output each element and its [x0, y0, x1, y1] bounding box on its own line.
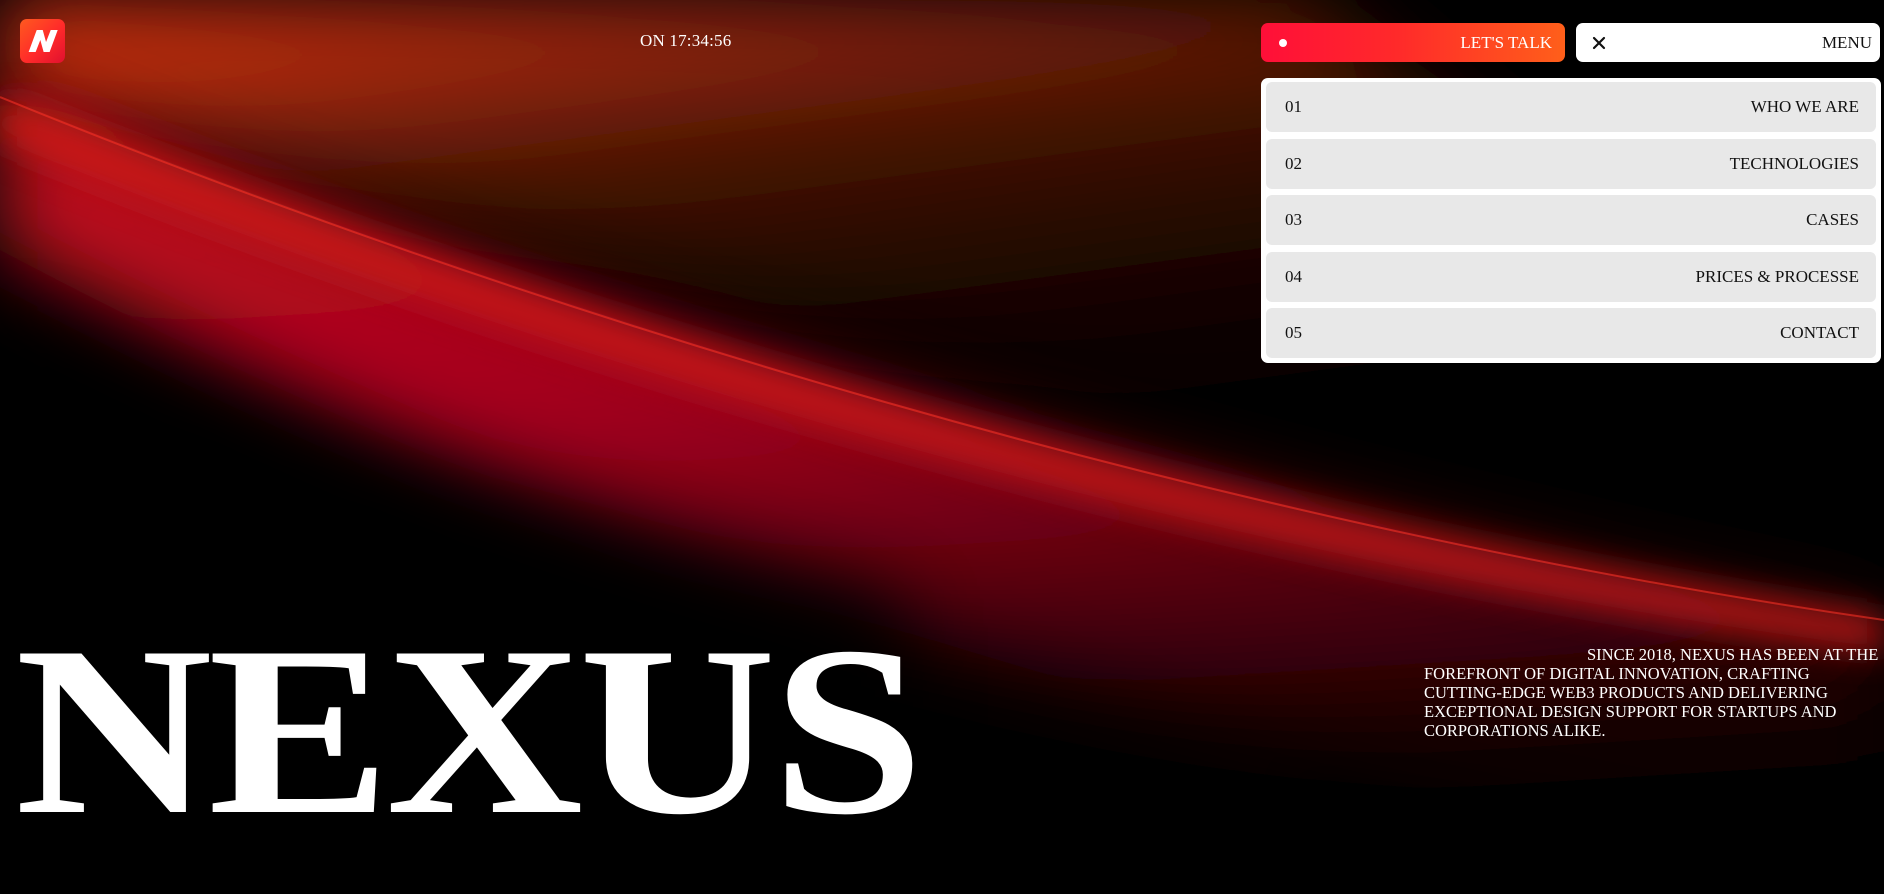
n-logo-icon	[28, 30, 58, 52]
menu-item-number: 03	[1285, 210, 1302, 229]
menu-item-cases[interactable]: 03 CASES	[1266, 195, 1876, 245]
logo[interactable]	[20, 19, 65, 63]
menu-item-who-we-are[interactable]: 01 WHO WE ARE	[1266, 82, 1876, 132]
lets-talk-button[interactable]: LET'S TALK	[1261, 23, 1565, 62]
menu-item-label: CONTACT	[1780, 323, 1859, 342]
hero-title: NEXUS	[15, 597, 924, 865]
menu-panel: 01 WHO WE ARE 02 TECHNOLOGIES 03 CASES 0…	[1261, 78, 1881, 363]
menu-item-number: 02	[1285, 153, 1302, 173]
menu-label: MENU	[1821, 32, 1872, 52]
menu-button[interactable]: MENU	[1576, 23, 1880, 62]
menu-item-label: TECHNOLOGIES	[1729, 153, 1859, 173]
menu-item-number: 05	[1285, 323, 1302, 342]
menu-item-label: WHO WE ARE	[1750, 97, 1859, 116]
menu-item-label: PRICES & PROCESSE	[1695, 266, 1859, 286]
menu-item-number: 01	[1285, 97, 1302, 116]
menu-item-contact[interactable]: 05 CONTACT	[1266, 308, 1876, 358]
dot-icon	[1279, 38, 1287, 47]
menu-item-number: 04	[1285, 266, 1302, 286]
clock: ON 17:34:56	[640, 31, 732, 50]
lets-talk-label: LET'S TALK	[1460, 32, 1552, 52]
close-icon[interactable]	[1592, 36, 1606, 50]
menu-item-prices-processe[interactable]: 04 PRICES & PROCESSE	[1266, 251, 1876, 302]
menu-item-technologies[interactable]: 02 TECHNOLOGIES	[1266, 138, 1876, 189]
menu-item-label: CASES	[1806, 210, 1859, 229]
hero-description: SINCE 2018, NEXUS HAS BEEN AT THE FOREFR…	[1424, 645, 1879, 740]
